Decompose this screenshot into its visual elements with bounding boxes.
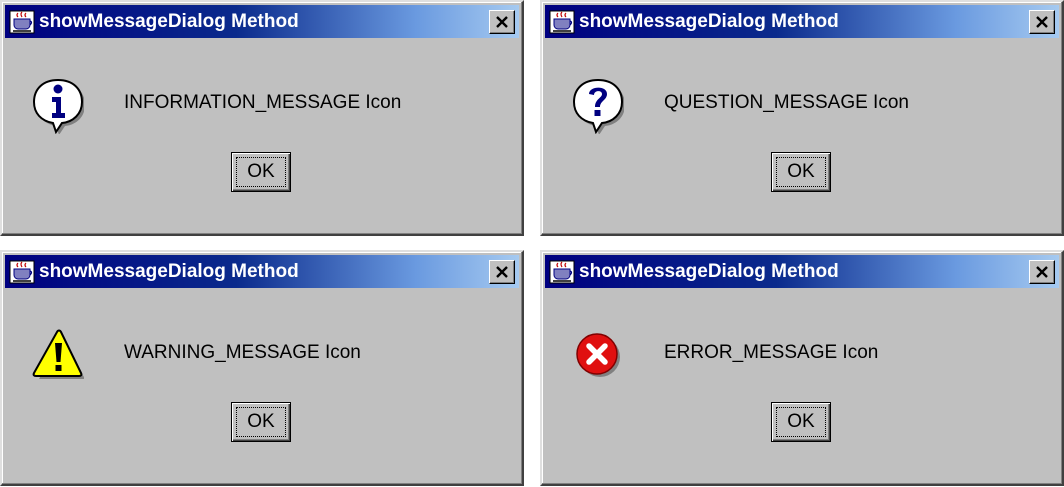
java-app-icon [549,260,575,283]
warning-icon [32,329,84,379]
java-app-icon [549,10,575,33]
dialog-title: showMessageDialog Method [579,260,839,282]
java-app-icon [9,10,35,33]
message-text: INFORMATION_MESSAGE Icon [124,92,402,113]
ok-button-label: OK [787,411,815,432]
close-button[interactable] [489,259,515,284]
close-button[interactable] [1029,9,1055,34]
dialog-title: showMessageDialog Method [39,10,299,32]
question-message-dialog: showMessageDialog Method QUESTION_MESSAG… [540,0,1064,236]
close-icon [1036,15,1048,28]
screenshot-canvas: showMessageDialog Method INFORMATION_MES… [0,0,1064,487]
ok-button-label: OK [787,161,815,182]
error-message-dialog: showMessageDialog Method ERROR_MESSAGE I… [540,250,1064,486]
ok-button-label: OK [247,411,275,432]
title-bar[interactable]: showMessageDialog Method [5,5,519,38]
dialog-title: showMessageDialog Method [39,260,299,282]
close-button[interactable] [1029,259,1055,284]
information-message-dialog: showMessageDialog Method INFORMATION_MES… [0,0,524,236]
ok-button[interactable]: OK [231,402,291,442]
message-text: QUESTION_MESSAGE Icon [664,92,909,113]
ok-button[interactable]: OK [771,152,831,192]
title-bar[interactable]: showMessageDialog Method [545,255,1059,288]
warning-message-dialog: showMessageDialog Method WARNING_MESSAGE… [0,250,524,486]
ok-button-label: OK [247,161,275,182]
error-icon [576,333,620,377]
information-icon [32,78,84,134]
java-app-icon [9,260,35,283]
ok-button[interactable]: OK [771,402,831,442]
close-icon [496,15,508,28]
question-icon [572,78,624,134]
message-text: ERROR_MESSAGE Icon [664,342,879,363]
close-button[interactable] [489,9,515,34]
ok-button[interactable]: OK [231,152,291,192]
close-icon [496,265,508,278]
message-text: WARNING_MESSAGE Icon [124,342,361,363]
close-icon [1036,265,1048,278]
title-bar[interactable]: showMessageDialog Method [545,5,1059,38]
dialog-title: showMessageDialog Method [579,10,839,32]
title-bar[interactable]: showMessageDialog Method [5,255,519,288]
